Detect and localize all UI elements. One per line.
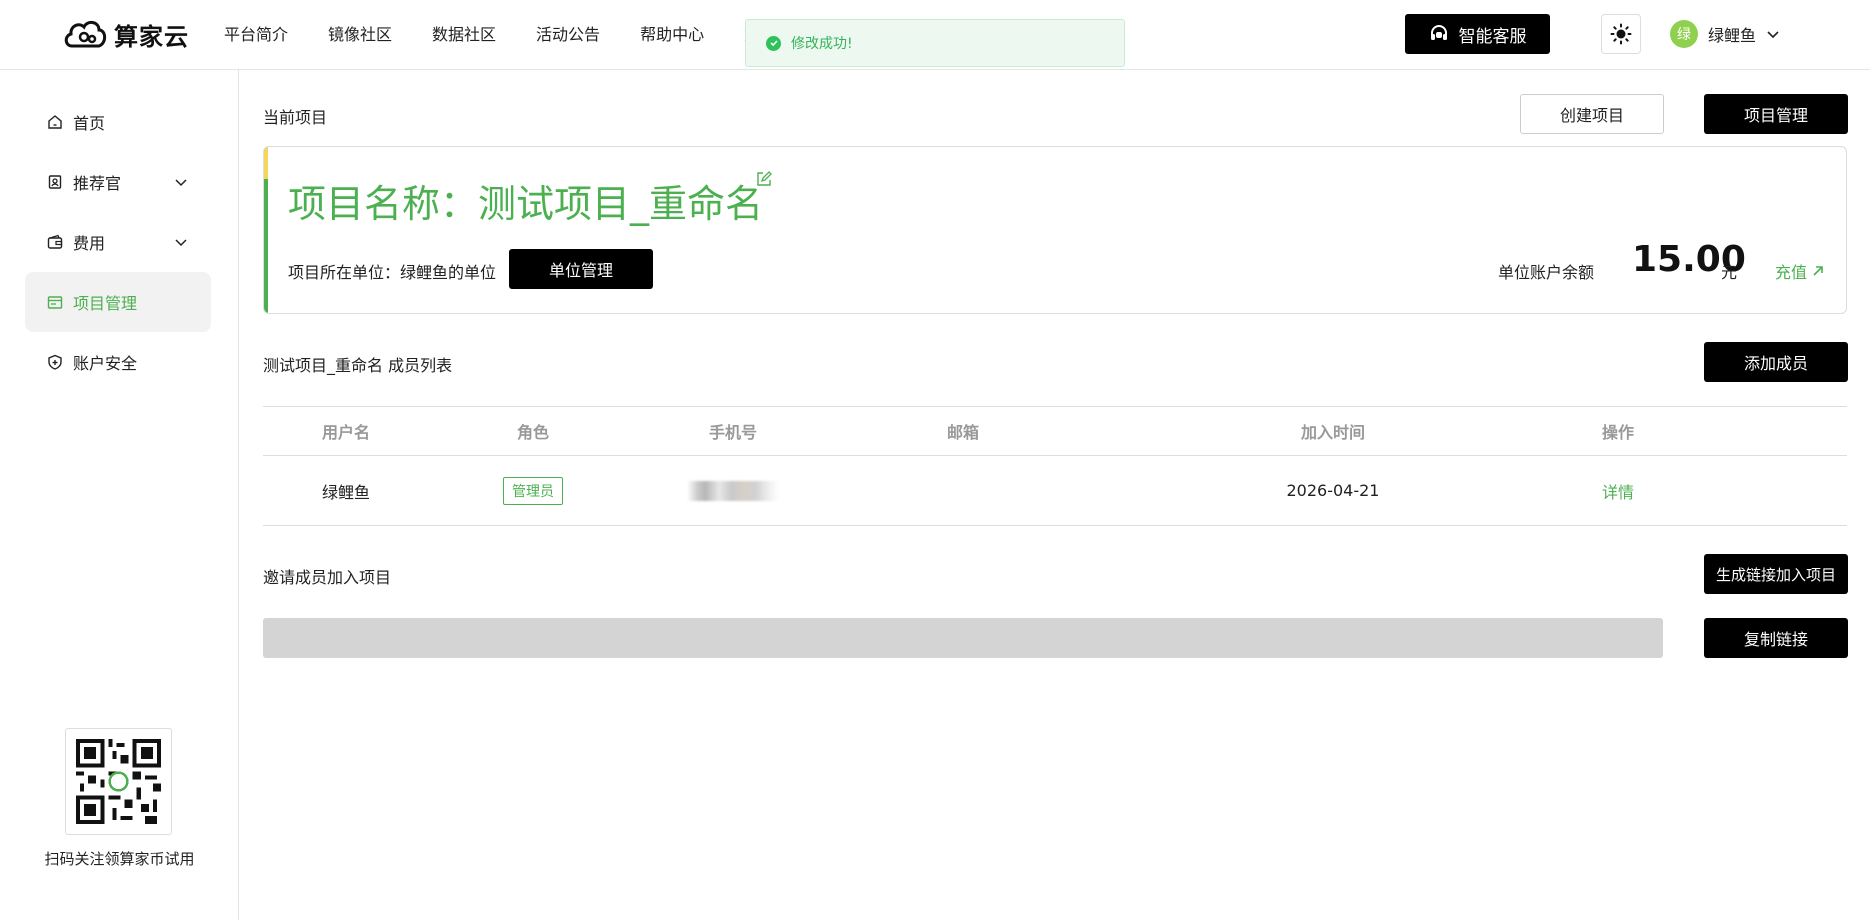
project-name: 项目名称：测试项目_重命名 [288, 182, 764, 226]
theme-toggle-button[interactable] [1601, 14, 1641, 54]
table-row: 绿鲤鱼 管理员 2026-04-21 详情 [263, 456, 1847, 526]
copy-link-button[interactable]: 复制链接 [1704, 618, 1848, 658]
add-member-button[interactable]: 添加成员 [1704, 342, 1848, 382]
create-project-button[interactable]: 创建项目 [1520, 94, 1664, 134]
sidebar-item-billing[interactable]: 费用 [25, 212, 211, 272]
card-highlight-bar [264, 147, 268, 179]
user-name: 绿鲤鱼 [1708, 26, 1757, 45]
cell-phone [683, 456, 783, 525]
chevron-down-icon [1767, 31, 1779, 39]
project-unit-text: 项目所在单位：绿鲤鱼的单位 [288, 263, 497, 282]
cell-role: 管理员 [493, 456, 573, 525]
column-header-role: 角色 [516, 423, 549, 442]
project-management-button[interactable]: 项目管理 [1704, 94, 1848, 134]
check-circle-icon [766, 35, 781, 51]
sidebar-item-project-management[interactable]: 项目管理 [25, 272, 211, 332]
smart-service-button[interactable]: 智能客服 [1405, 14, 1550, 54]
sidebar-item-label: 项目管理 [73, 294, 138, 313]
cloud-logo-icon [64, 21, 107, 48]
badge-icon [47, 174, 63, 190]
sidebar-item-home[interactable]: 首页 [25, 92, 211, 152]
recharge-label: 充值 [1775, 263, 1808, 282]
cell-email [923, 456, 1003, 525]
brand-name: 算家云 [114, 22, 189, 51]
sidebar: 首页 推荐官 费用 项目管理 账户安全 扫码关注领算家币试用 [0, 70, 239, 920]
nav-item-announcements[interactable]: 活动公告 [536, 21, 600, 45]
recharge-link[interactable]: 充值 [1775, 259, 1825, 283]
chevron-down-icon [175, 179, 187, 187]
main-nav: 平台简介 镜像社区 数据社区 活动公告 帮助中心 文 [224, 0, 754, 66]
sidebar-item-label: 推荐官 [73, 174, 122, 193]
edit-icon[interactable] [756, 171, 772, 187]
sidebar-item-label: 费用 [73, 234, 106, 253]
unit-management-button[interactable]: 单位管理 [509, 249, 653, 289]
wallet-icon [47, 234, 63, 250]
qr-caption: 扫码关注领算家币试用 [44, 850, 195, 868]
column-header-username: 用户名 [321, 423, 370, 442]
generate-link-button[interactable]: 生成链接加入项目 [1704, 554, 1848, 594]
role-badge: 管理员 [503, 476, 563, 505]
nav-item-help-center[interactable]: 帮助中心 [640, 21, 704, 45]
success-toast: 修改成功! [745, 19, 1125, 67]
arrow-up-right-icon [1813, 266, 1823, 276]
sidebar-item-recommender[interactable]: 推荐官 [25, 152, 211, 212]
project-icon [47, 294, 63, 310]
cell-username: 绿鲤鱼 [321, 482, 370, 502]
nav-item-data-community[interactable]: 数据社区 [432, 21, 496, 45]
column-header-joined: 加入时间 [1300, 423, 1365, 442]
current-project-title: 当前项目 [263, 108, 328, 127]
chevron-down-icon [175, 239, 187, 247]
member-list-title: 测试项目_重命名 成员列表 [263, 356, 453, 375]
top-navbar: 算家云 平台简介 镜像社区 数据社区 活动公告 帮助中心 文 修改成功! 智能客… [0, 0, 1870, 70]
table-header: 用户名 角色 手机号 邮箱 加入时间 操作 [263, 406, 1847, 456]
invite-title: 邀请成员加入项目 [263, 568, 392, 587]
sun-icon [1610, 23, 1632, 45]
user-menu[interactable]: 绿 绿鲤鱼 [1670, 20, 1780, 48]
sidebar-item-label: 首页 [73, 114, 106, 133]
qr-code [65, 728, 172, 835]
shield-icon [47, 354, 63, 370]
toast-message: 修改成功! [791, 36, 853, 52]
brand-logo[interactable]: 算家云 [62, 12, 189, 56]
project-card: 项目名称：测试项目_重命名 项目所在单位：绿鲤鱼的单位 单位管理 单位账户余额 … [263, 146, 1847, 314]
detail-link[interactable]: 详情 [1588, 456, 1648, 525]
invite-link-field[interactable] [263, 618, 1663, 658]
balance-unit: 元 [1721, 263, 1738, 282]
column-header-email: 邮箱 [946, 423, 979, 442]
sidebar-item-label: 账户安全 [73, 354, 138, 373]
headset-icon [1430, 25, 1447, 40]
nav-item-platform-intro[interactable]: 平台简介 [224, 21, 288, 45]
home-icon [47, 114, 63, 130]
sidebar-item-account-security[interactable]: 账户安全 [25, 332, 211, 392]
column-header-phone: 手机号 [708, 423, 757, 442]
balance-label: 单位账户余额 [1498, 263, 1595, 282]
cell-joined-date: 2026-04-21 [1286, 481, 1380, 500]
member-table: 用户名 角色 手机号 邮箱 加入时间 操作 绿鲤鱼 管理员 2026-04-21… [263, 406, 1847, 526]
phone-redacted [687, 480, 779, 501]
avatar: 绿 [1670, 20, 1698, 48]
nav-item-image-community[interactable]: 镜像社区 [328, 21, 392, 45]
smart-service-label: 智能客服 [1458, 26, 1527, 47]
column-header-actions: 操作 [1601, 423, 1634, 442]
